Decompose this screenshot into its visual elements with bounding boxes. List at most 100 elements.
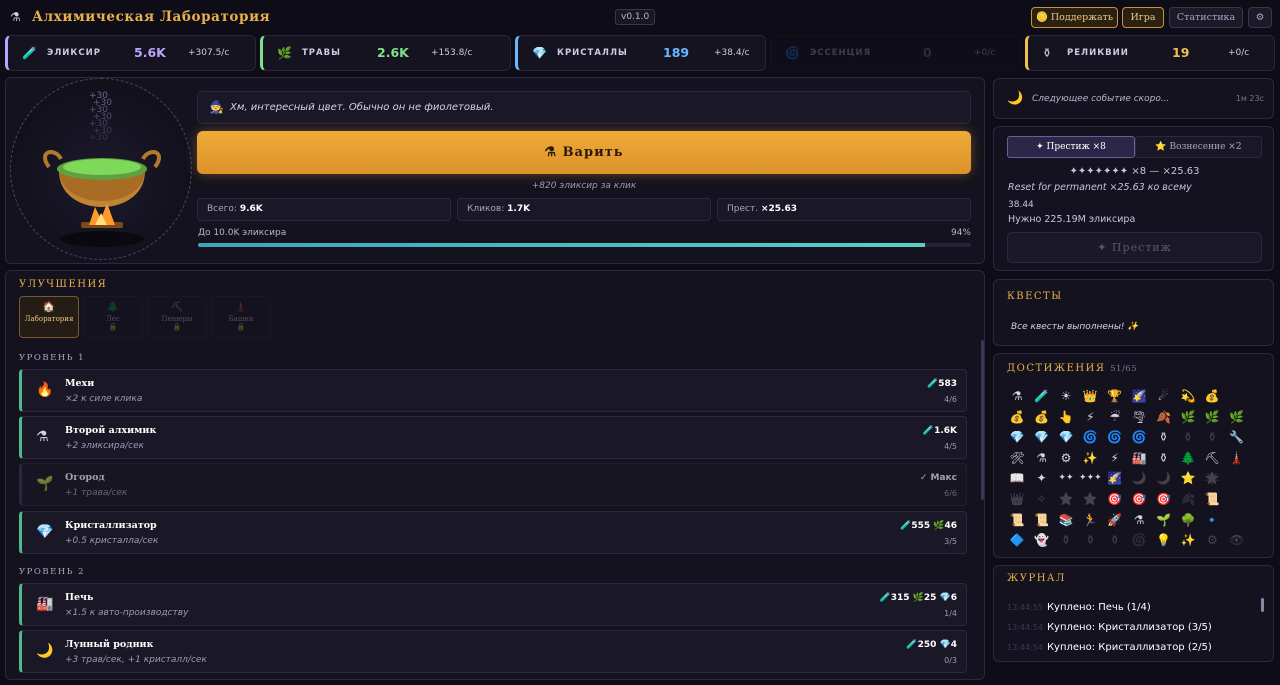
achievement-icon[interactable]: 🌙: [1151, 468, 1175, 489]
achievement-icon[interactable]: 👻: [1029, 530, 1053, 551]
achievement-icon[interactable]: ✦✦: [1054, 468, 1078, 489]
achievement-icon[interactable]: 👁: [1225, 530, 1249, 551]
achievement-icon[interactable]: 🔷: [1005, 530, 1029, 551]
prestige-button[interactable]: ✦ Престиж: [1007, 232, 1262, 263]
achievement-icon[interactable]: 🌠: [1127, 386, 1151, 407]
achievement-icon[interactable]: ⚱: [1151, 427, 1175, 448]
achievement-icon[interactable]: 🔹: [1200, 510, 1224, 531]
achievement-icon[interactable]: 💎: [1054, 427, 1078, 448]
settings-button[interactable]: ⚙: [1248, 7, 1272, 28]
achievement-icon[interactable]: 🎯: [1103, 489, 1127, 510]
journal-scrollbar[interactable]: [1261, 598, 1264, 612]
achievement-icon[interactable]: 🛠: [1005, 448, 1029, 469]
achievement-icon[interactable]: ☄: [1151, 386, 1175, 407]
achievement-icon[interactable]: ⭐: [1054, 489, 1078, 510]
achievement-icon[interactable]: 🌀: [1127, 427, 1151, 448]
achievement-icon[interactable]: 👑: [1005, 489, 1029, 510]
achievement-icon[interactable]: ✧: [1029, 489, 1053, 510]
achievement-icon[interactable]: [1225, 489, 1249, 510]
upgrades-scrollbar[interactable]: [981, 340, 984, 500]
achievement-icon[interactable]: 🍂: [1176, 489, 1200, 510]
achievement-icon[interactable]: 👆: [1054, 407, 1078, 428]
upgrade-bellows[interactable]: 🔥 Мехи ×2 к силе клика 🧪583 4/6: [19, 369, 967, 412]
achievement-icon[interactable]: 🚀: [1103, 510, 1127, 531]
achievement-icon[interactable]: ⚙: [1054, 448, 1078, 469]
achievement-icon[interactable]: 📜: [1005, 510, 1029, 531]
achievement-icon[interactable]: 💎: [1029, 427, 1053, 448]
upgrade-crystallizer[interactable]: 💎 Кристаллизатор +0.5 кристалла/сек 🧪555…: [19, 511, 967, 554]
achievement-icon[interactable]: 📜: [1200, 489, 1224, 510]
achievement-icon[interactable]: ⚱: [1078, 530, 1102, 551]
achievement-icon[interactable]: ⚱: [1054, 530, 1078, 551]
achievement-icon[interactable]: 🌟: [1200, 468, 1224, 489]
achievement-icon[interactable]: ⚙: [1200, 530, 1224, 551]
achievement-icon[interactable]: ⛏: [1200, 448, 1224, 469]
achievement-icon[interactable]: ⚱: [1176, 427, 1200, 448]
achievement-icon[interactable]: 🎯: [1127, 489, 1151, 510]
achievement-icon[interactable]: 🌲: [1176, 448, 1200, 469]
upgrade-furnace[interactable]: 🏭 Печь ×1.5 к авто-производству 🧪315 🌿25…: [19, 583, 967, 626]
achievement-icon[interactable]: 💡: [1151, 530, 1175, 551]
tab-laboratory[interactable]: 🏠 Лаборатория: [19, 296, 79, 338]
achievement-icon[interactable]: ⭐: [1176, 468, 1200, 489]
tab-ascension[interactable]: ⭐ Вознесение ×2: [1135, 136, 1262, 158]
upgrade-second-alchemist[interactable]: ⚗ Второй алхимик +2 эликсира/сек 🧪1.6K 4…: [19, 416, 967, 459]
achievement-icon[interactable]: 📚: [1054, 510, 1078, 531]
achievement-icon[interactable]: 🌀: [1103, 427, 1127, 448]
achievement-icon[interactable]: 🌀: [1078, 427, 1102, 448]
achievement-icon[interactable]: 📖: [1005, 468, 1029, 489]
cauldron-area[interactable]: +30 +30 +30 +30 +30 +30 +30: [10, 78, 192, 260]
achievement-icon[interactable]: 🎯: [1151, 489, 1175, 510]
achievement-icon[interactable]: ⚗: [1029, 448, 1053, 469]
achievement-icon[interactable]: 🏃: [1078, 510, 1102, 531]
achievement-icon[interactable]: 💫: [1176, 386, 1200, 407]
achievement-icon[interactable]: 🏭: [1127, 448, 1151, 469]
achievement-icon[interactable]: 🌀: [1127, 530, 1151, 551]
achievement-icon[interactable]: 🌿: [1225, 407, 1249, 428]
upgrade-moon-spring[interactable]: 🌙 Лунный родник +3 трав/сек, +1 кристалл…: [19, 630, 967, 673]
achievement-icon[interactable]: ⚱: [1103, 530, 1127, 551]
tab-caves[interactable]: ⛏ Пещеры 🔒: [147, 296, 207, 338]
achievement-icon[interactable]: 📜: [1029, 510, 1053, 531]
achievement-icon[interactable]: 🌳: [1176, 510, 1200, 531]
achievement-icon[interactable]: 👑: [1078, 386, 1102, 407]
achievement-icon[interactable]: [1225, 468, 1249, 489]
achievement-icon[interactable]: 🔧: [1225, 427, 1249, 448]
achievement-icon[interactable]: 🍂: [1151, 407, 1175, 428]
achievement-icon[interactable]: ✨: [1078, 448, 1102, 469]
support-button[interactable]: 🪙 Поддержать: [1031, 7, 1118, 28]
achievement-icon[interactable]: 🌿: [1200, 407, 1224, 428]
achievement-icon[interactable]: ⚡: [1078, 407, 1102, 428]
achievement-icon[interactable]: 🌱: [1151, 510, 1175, 531]
achievement-icon[interactable]: 💰: [1005, 407, 1029, 428]
achievement-icon[interactable]: ⚱: [1151, 448, 1175, 469]
achievement-icon[interactable]: ⚡: [1103, 448, 1127, 469]
achievement-icon[interactable]: ☀: [1054, 386, 1078, 407]
achievement-icon[interactable]: 🗼: [1225, 448, 1249, 469]
brew-button[interactable]: ⚗ Варить: [197, 131, 971, 174]
achievement-icon[interactable]: ✨: [1176, 530, 1200, 551]
achievement-icon[interactable]: [1225, 386, 1249, 407]
achievement-icon[interactable]: ⚗: [1127, 510, 1151, 531]
achievement-icon[interactable]: 🌙: [1127, 468, 1151, 489]
stats-button[interactable]: Статистика: [1169, 7, 1243, 28]
game-button[interactable]: Игра: [1122, 7, 1164, 28]
achievement-icon[interactable]: 💎: [1005, 427, 1029, 448]
tab-forest[interactable]: 🌲 Лес 🔒: [83, 296, 143, 338]
achievement-icon[interactable]: ⭐: [1078, 489, 1102, 510]
achievement-icon[interactable]: 💰: [1029, 407, 1053, 428]
achievement-icon[interactable]: ✦: [1029, 468, 1053, 489]
achievement-icon[interactable]: ✦✦✦: [1078, 468, 1102, 489]
achievement-icon[interactable]: 🌿: [1176, 407, 1200, 428]
achievement-icon[interactable]: ⚗: [1005, 386, 1029, 407]
achievement-icon[interactable]: 🌪: [1127, 407, 1151, 428]
achievement-icon[interactable]: 💰: [1200, 386, 1224, 407]
upgrade-garden[interactable]: 🌱 Огород +1 трава/сек ✓ Макс 6/6: [19, 463, 967, 506]
tab-tower[interactable]: 🗼 Башня 🔒: [211, 296, 271, 338]
achievement-icon[interactable]: 🏆: [1103, 386, 1127, 407]
achievement-icon[interactable]: [1225, 510, 1249, 531]
tab-prestige[interactable]: ✦ Престиж ×8: [1007, 136, 1135, 158]
achievement-icon[interactable]: ⚱: [1200, 427, 1224, 448]
achievement-icon[interactable]: ☔: [1103, 407, 1127, 428]
achievement-icon[interactable]: 🧪: [1029, 386, 1053, 407]
